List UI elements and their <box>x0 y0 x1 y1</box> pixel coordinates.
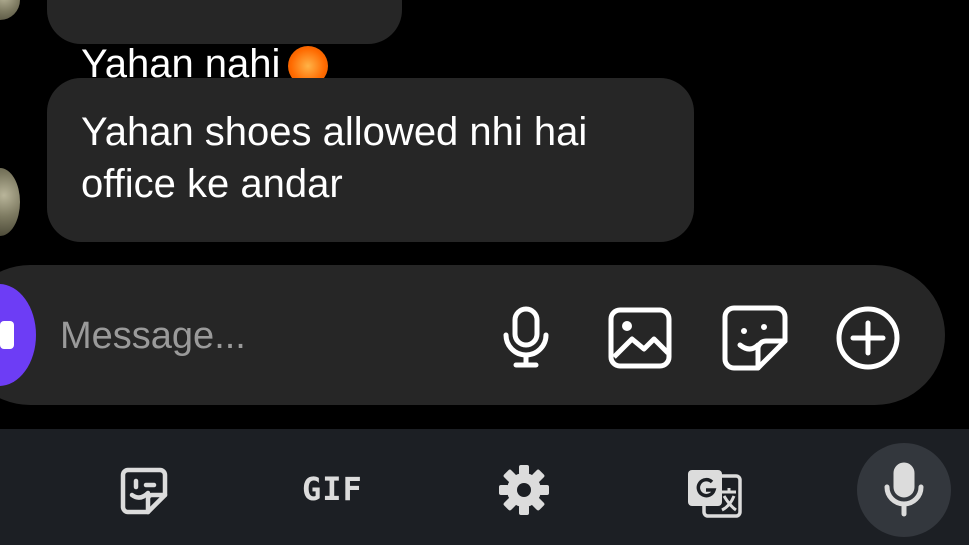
sender-avatar[interactable] <box>0 168 20 236</box>
sticker-icon[interactable] <box>722 305 788 371</box>
message-text: Yahan shoes allowed nhi hai office ke an… <box>81 110 588 206</box>
image-icon[interactable] <box>608 307 672 369</box>
settings-icon[interactable] <box>498 464 550 516</box>
message-input[interactable]: Message... <box>60 310 246 362</box>
chat-thread: Yahan nahi Yahan shoes allowed nhi hai o… <box>0 0 969 262</box>
message-bubble[interactable]: Yahan nahi <box>47 0 402 87</box>
message-bubble[interactable]: Yahan shoes allowed nhi hai office ke an… <box>47 78 694 242</box>
translate-icon[interactable] <box>686 468 742 518</box>
sender-avatar[interactable] <box>0 0 20 20</box>
mic-icon <box>884 462 924 517</box>
mic-icon[interactable] <box>500 305 552 369</box>
voice-input-button[interactable] <box>857 443 951 537</box>
gif-button[interactable]: GIF <box>302 470 363 508</box>
plus-circle-icon[interactable] <box>835 305 901 371</box>
keyboard-sticker-icon[interactable] <box>120 467 168 515</box>
